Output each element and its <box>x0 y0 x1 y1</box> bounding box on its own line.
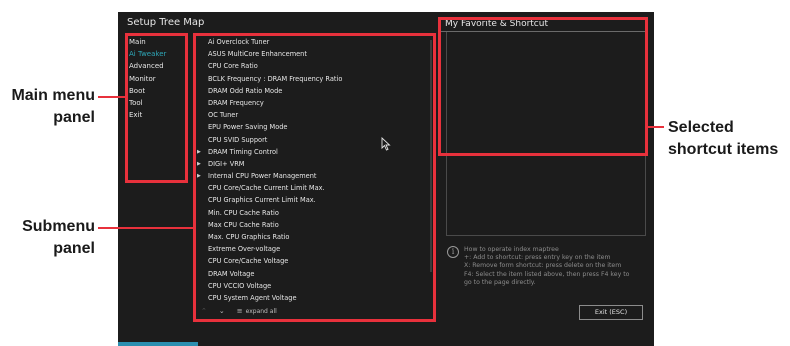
help-line: +: Add to shortcut: press entry key on t… <box>464 254 611 262</box>
help-line: How to operate index maptree <box>464 246 559 253</box>
help-line: go to the page directly. <box>464 278 536 286</box>
callout-submenu: Submenu panel <box>22 218 95 257</box>
callout-main-menu: Main menu panel <box>11 87 95 126</box>
bottom-accent-bar <box>118 342 198 346</box>
mouse-pointer-icon <box>381 137 391 151</box>
callout-selected-leader <box>648 126 664 128</box>
submenu-panel-highlight <box>193 33 436 322</box>
window-title: Setup Tree Map <box>127 17 205 28</box>
main-menu-panel-highlight <box>125 33 188 183</box>
help-line: F4: Select the item listed above, then p… <box>464 270 630 278</box>
callout-submenu-leader <box>98 227 193 229</box>
exit-button[interactable]: Exit (ESC) <box>579 305 643 320</box>
callout-selected-shortcut: Selected shortcut items <box>668 119 779 158</box>
help-text: How to operate index maptree +: Add to s… <box>464 246 644 287</box>
shortcut-items-list <box>446 156 646 236</box>
info-icon: i <box>447 246 459 258</box>
callout-main-menu-leader <box>98 96 125 98</box>
help-line: X: Remove form shortcut: press delete on… <box>464 262 622 270</box>
selected-shortcut-panel-highlight <box>438 17 648 156</box>
